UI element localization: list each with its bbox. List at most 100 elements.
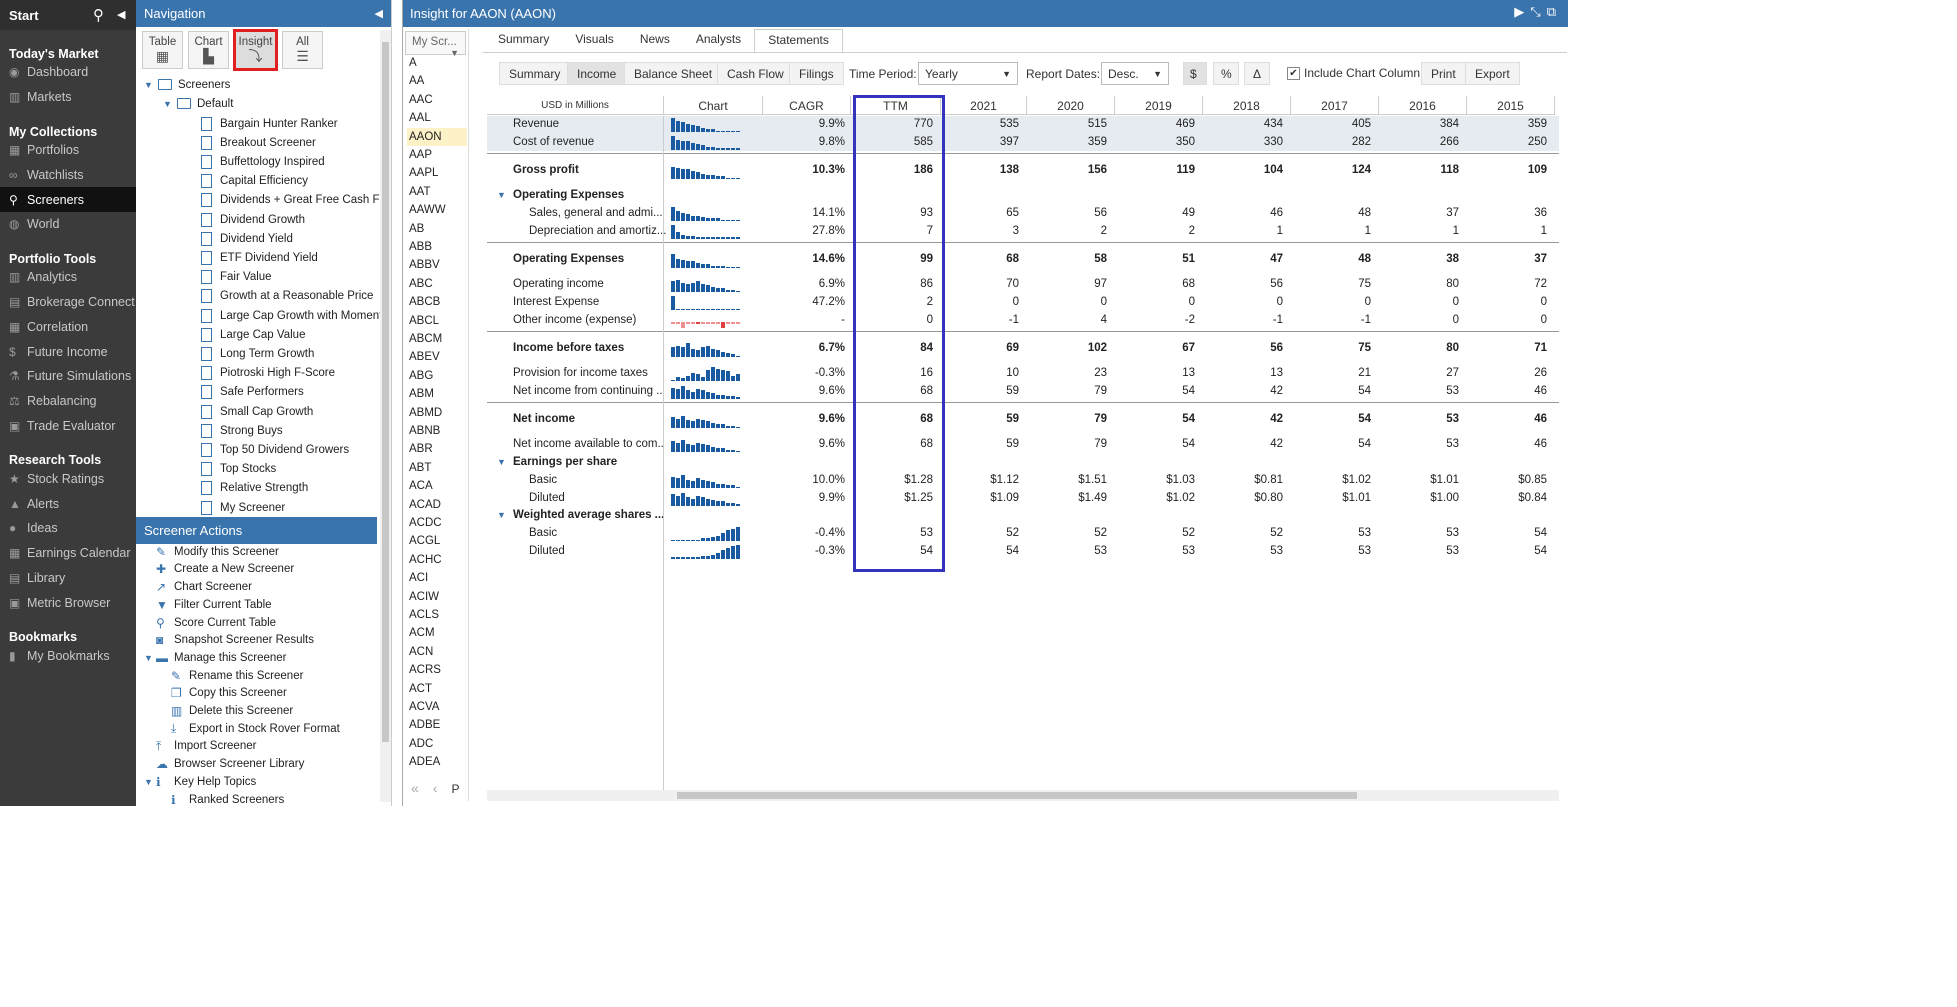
action-chart-screener[interactable]: ↗ Chart Screener <box>156 578 252 596</box>
ticker-item[interactable]: ADC <box>407 735 467 753</box>
tree-node-screener[interactable]: Growth at a Reasonable Price <box>201 287 373 306</box>
ticker-item[interactable]: ACRS <box>407 661 467 679</box>
column-header-2017[interactable]: 2017 <box>1291 96 1379 115</box>
view-chart-button[interactable]: Chart ▙ <box>188 31 229 69</box>
menu-item-future-income[interactable]: $ Future Income <box>0 339 136 364</box>
tree-node-screener[interactable]: Large Cap Growth with Momentum <box>201 306 380 325</box>
format-dollar-button[interactable]: $ <box>1183 62 1207 85</box>
menu-item-trade-evaluator[interactable]: ▣ Trade Evaluator <box>0 414 136 439</box>
time-period-select[interactable]: Yearly ▼ <box>918 62 1018 85</box>
action-rename-this-screener[interactable]: ✎ Rename this Screener <box>171 667 303 685</box>
tab-visuals[interactable]: Visuals <box>562 29 626 52</box>
menu-item-rebalancing[interactable]: ⚖ Rebalancing <box>0 389 136 414</box>
ticker-list-selector[interactable]: My Scr... ▼ <box>405 31 466 58</box>
tree-node-screener[interactable]: Dividend Yield <box>201 229 293 248</box>
ticker-item[interactable]: ABM <box>407 385 467 403</box>
twisty-icon[interactable]: ▼ <box>487 190 513 200</box>
ticker-item[interactable]: AAC <box>407 91 467 109</box>
ticker-item[interactable]: ABB <box>407 238 467 256</box>
format-delta-button[interactable]: Δ <box>1244 62 1270 85</box>
tree-node-screener[interactable]: Breakout Screener <box>201 133 316 152</box>
tree-node-screener[interactable]: Bargain Hunter Ranker <box>201 114 338 133</box>
ticker-item[interactable]: AAL <box>407 109 467 127</box>
table-hscrollbar[interactable] <box>487 790 1559 801</box>
ticker-item[interactable]: ABC <box>407 275 467 293</box>
view-insight-button[interactable]: Insight ⤵ <box>233 29 278 71</box>
tree-node-screener[interactable]: Large Cap Value <box>201 325 305 344</box>
ticker-item[interactable]: AAT <box>407 183 467 201</box>
tree-node-screener[interactable]: Piotroski High F-Score <box>201 364 335 383</box>
popout-icon[interactable]: ⧉ <box>1547 4 1562 19</box>
menu-item-world[interactable]: ◍ World <box>0 212 136 237</box>
twisty-icon[interactable]: ▼ <box>487 457 513 467</box>
ticker-item[interactable]: ACHC <box>407 551 467 569</box>
column-header-cagr[interactable]: CAGR <box>763 96 851 115</box>
tree-node-default[interactable]: ▼ Default <box>163 94 233 113</box>
tab-statements[interactable]: Statements <box>754 29 843 52</box>
action-score-current-table[interactable]: ⚲ Score Current Table <box>156 614 276 632</box>
ticker-item[interactable]: AAPL <box>407 164 467 182</box>
menu-item-earnings-calendar[interactable]: ▦ Earnings Calendar <box>0 541 136 566</box>
ticker-item[interactable]: ABNB <box>407 422 467 440</box>
column-header-2019[interactable]: 2019 <box>1115 96 1203 115</box>
tree-node-screener[interactable]: Strong Buys <box>201 421 283 440</box>
tree-node-screener[interactable]: Small Cap Growth <box>201 402 313 421</box>
ticker-item[interactable]: AAWW <box>407 201 467 219</box>
action-manage-this-screener[interactable]: ▼ ▬ Manage this Screener <box>144 649 287 667</box>
column-header-2015[interactable]: 2015 <box>1467 96 1555 115</box>
menu-item-library[interactable]: ▤ Library <box>0 566 136 591</box>
ticker-item[interactable]: AAP <box>407 146 467 164</box>
ticker-item[interactable]: AA <box>407 72 467 90</box>
search-icon[interactable]: ⚲ <box>93 6 104 24</box>
ticker-item[interactable]: ACA <box>407 477 467 495</box>
menu-item-screeners[interactable]: ⚲ Screeners <box>0 187 136 212</box>
twisty-icon[interactable]: ▼ <box>144 653 156 663</box>
format-percent-button[interactable]: % <box>1213 62 1239 85</box>
twisty-icon[interactable]: ▼ <box>144 777 156 787</box>
menu-item-alerts[interactable]: ▲ Alerts <box>0 491 136 516</box>
action-modify-this-screener[interactable]: ✎ Modify this Screener <box>156 543 279 561</box>
tree-node-screener[interactable]: Top Stocks <box>201 460 276 479</box>
column-header-2018[interactable]: 2018 <box>1203 96 1291 115</box>
menu-item-ideas[interactable]: ● Ideas <box>0 516 136 541</box>
tree-node-screener[interactable]: Capital Efficiency <box>201 172 308 191</box>
tree-node-screener[interactable]: Top 50 Dividend Growers <box>201 440 349 459</box>
menu-item-brokerage-connect[interactable]: ▤ Brokerage Connect <box>0 290 136 315</box>
action-snapshot-screener-results[interactable]: ◙ Snapshot Screener Results <box>156 632 314 650</box>
ticker-item[interactable]: ACLS <box>407 606 467 624</box>
table-hscroll-thumb[interactable] <box>677 792 1357 799</box>
menu-item-future-simulations[interactable]: ⚗ Future Simulations <box>0 364 136 389</box>
first-page-icon[interactable]: « <box>411 780 433 796</box>
include-chart-column-checkbox[interactable]: ✔ Include Chart Column <box>1287 66 1420 81</box>
column-header-usd-in-millions[interactable]: USD in Millions <box>487 96 664 115</box>
subtab-income[interactable]: Income <box>567 62 627 85</box>
view-table-button[interactable]: Table ▦ <box>142 31 183 69</box>
column-header-chart[interactable]: Chart <box>664 96 763 115</box>
action-export-in-stock-rover-format[interactable]: ⤓ Export in Stock Rover Format <box>171 720 340 738</box>
action-filter-current-table[interactable]: ▼ Filter Current Table <box>156 596 272 614</box>
tree-node-screener[interactable]: My Screener <box>201 498 285 515</box>
twisty-icon[interactable]: ▼ <box>144 80 158 90</box>
ticker-item[interactable]: ACIW <box>407 588 467 606</box>
expand-right-icon[interactable]: ▶ <box>1514 4 1530 19</box>
subtab-cash-flow[interactable]: Cash Flow <box>717 62 794 85</box>
twisty-icon[interactable]: ▼ <box>487 510 513 520</box>
ticker-item[interactable]: ABMD <box>407 404 467 422</box>
ticker-item[interactable]: ABCM <box>407 330 467 348</box>
ticker-item[interactable]: ACI <box>407 569 467 587</box>
subtab-balance-sheet[interactable]: Balance Sheet <box>624 62 723 85</box>
tab-analysts[interactable]: Analysts <box>683 29 754 52</box>
ticker-item[interactable]: ACN <box>407 643 467 661</box>
report-dates-select[interactable]: Desc. ▼ <box>1101 62 1169 85</box>
tree-node-screener[interactable]: ETF Dividend Yield <box>201 248 318 267</box>
print-button[interactable]: Print <box>1421 62 1466 85</box>
ticker-item[interactable]: AB <box>407 220 467 238</box>
tree-node-screener[interactable]: Dividend Growth <box>201 210 305 229</box>
ticker-item[interactable]: ACM <box>407 624 467 642</box>
subtab-filings[interactable]: Filings <box>789 62 844 85</box>
view-all-button[interactable]: All ☰ <box>282 31 323 69</box>
ticker-item[interactable]: A <box>407 54 467 72</box>
action-create-a-new-screener[interactable]: ✚ Create a New Screener <box>156 561 294 579</box>
ticker-item[interactable]: ABT <box>407 459 467 477</box>
subtab-summary[interactable]: Summary <box>499 62 571 85</box>
